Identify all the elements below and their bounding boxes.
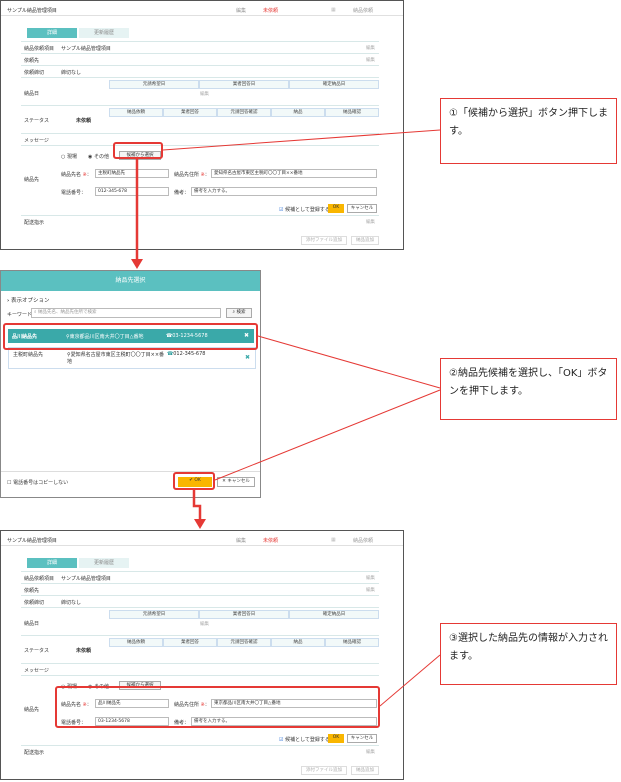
connector-lines [131,129,441,707]
